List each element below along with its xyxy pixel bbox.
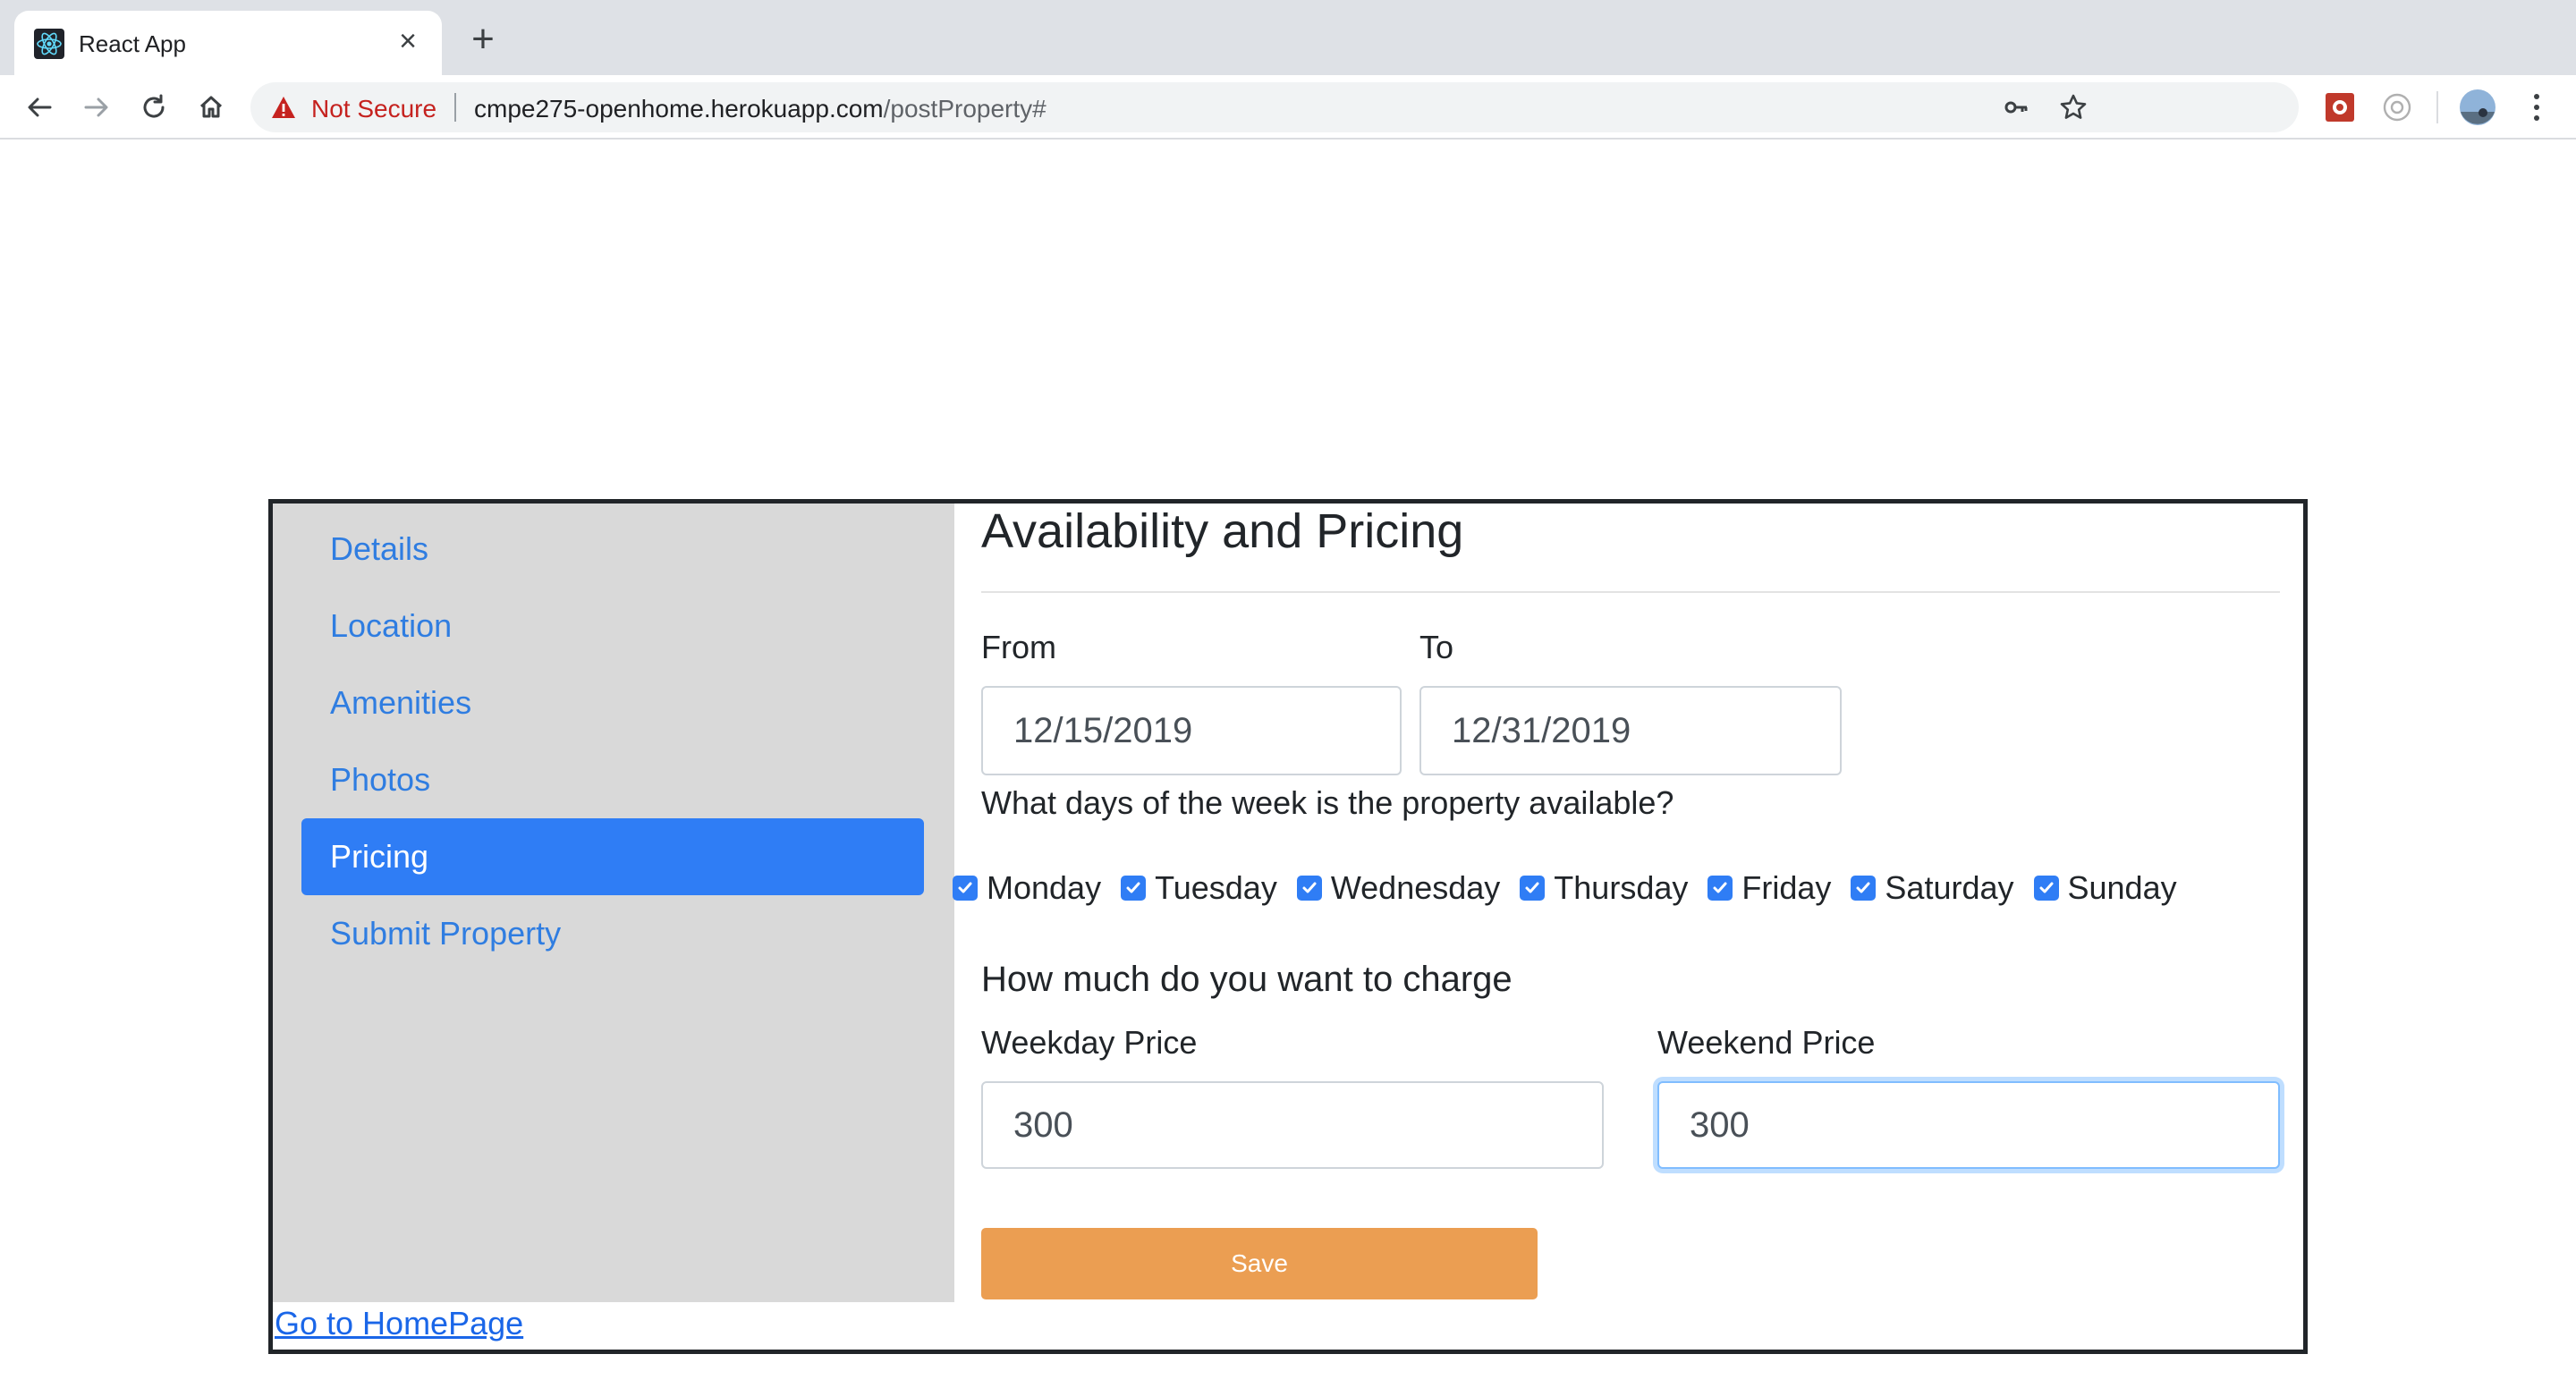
weekday-price-label: Weekday Price bbox=[981, 1024, 1198, 1061]
day-tuesday[interactable]: Tuesday bbox=[1121, 869, 1277, 907]
from-date-input[interactable]: 12/15/2019 bbox=[981, 686, 1402, 775]
day-monday[interactable]: Monday bbox=[953, 869, 1101, 907]
star-icon[interactable] bbox=[2057, 91, 2089, 123]
checkbox-wednesday[interactable] bbox=[1296, 876, 1322, 901]
close-icon[interactable]: × bbox=[390, 23, 426, 59]
day-friday[interactable]: Friday bbox=[1707, 869, 1831, 907]
tab-title: React App bbox=[79, 30, 186, 57]
sidebar-item-pricing[interactable]: Pricing bbox=[301, 818, 924, 895]
day-label: Sunday bbox=[2067, 869, 2177, 906]
url-text[interactable]: cmpe275-openhome.herokuapp.com/postPrope… bbox=[474, 95, 1046, 123]
warning-icon[interactable] bbox=[270, 95, 297, 120]
day-label: Monday bbox=[987, 869, 1102, 906]
back-arrow-icon[interactable] bbox=[18, 86, 61, 129]
profile-avatar[interactable] bbox=[2458, 88, 2497, 127]
title-divider bbox=[981, 591, 2280, 593]
day-sunday[interactable]: Sunday bbox=[2033, 869, 2177, 907]
address-bar[interactable]: Not Secure cmpe275-openhome.herokuapp.co… bbox=[250, 82, 2299, 132]
checkbox-thursday[interactable] bbox=[1520, 876, 1546, 901]
browser-toolbar: Not Secure cmpe275-openhome.herokuapp.co… bbox=[0, 75, 2576, 140]
sidebar-item-amenities[interactable]: Amenities bbox=[301, 664, 924, 741]
weekend-price-input[interactable]: 300 bbox=[1657, 1081, 2280, 1169]
plus-icon[interactable]: + bbox=[463, 20, 503, 59]
weekday-price-input[interactable]: 300 bbox=[981, 1081, 1604, 1169]
from-label: From bbox=[981, 629, 1056, 665]
homepage-link[interactable]: Go to HomePage bbox=[275, 1305, 523, 1342]
charge-heading: How much do you want to charge bbox=[981, 960, 1513, 999]
sidebar: Details Location Amenities Photos Pricin… bbox=[273, 504, 954, 1302]
sidebar-item-location[interactable]: Location bbox=[301, 588, 924, 664]
sidebar-item-submit-property[interactable]: Submit Property bbox=[301, 895, 924, 972]
day-label: Thursday bbox=[1554, 869, 1689, 906]
extension-icon[interactable] bbox=[2320, 88, 2360, 127]
day-label: Friday bbox=[1741, 869, 1832, 906]
url-host: cmpe275-openhome.herokuapp.com bbox=[474, 95, 884, 123]
day-thursday[interactable]: Thursday bbox=[1520, 869, 1688, 907]
days-of-week: Monday Tuesday Wednesday Thursday Friday… bbox=[953, 861, 2197, 915]
key-icon[interactable] bbox=[2000, 91, 2032, 123]
day-label: Saturday bbox=[1885, 869, 2014, 906]
browser-tabstrip: React App × + bbox=[0, 0, 2576, 75]
checkbox-friday[interactable] bbox=[1707, 876, 1733, 901]
save-button[interactable]: Save bbox=[981, 1228, 1538, 1299]
browser-tab[interactable]: React App × bbox=[14, 11, 442, 75]
extension-icon-2[interactable] bbox=[2377, 88, 2417, 127]
react-favicon bbox=[34, 29, 64, 59]
reload-icon[interactable] bbox=[132, 86, 175, 129]
post-property-panel: Details Location Amenities Photos Pricin… bbox=[268, 499, 2308, 1354]
forward-arrow-icon[interactable] bbox=[75, 86, 118, 129]
page-title: Availability and Pricing bbox=[981, 504, 1464, 558]
toolbar-divider bbox=[2436, 91, 2438, 123]
address-separator bbox=[454, 93, 456, 122]
kebab-menu-icon[interactable] bbox=[2517, 88, 2556, 127]
url-path: /postProperty# bbox=[883, 95, 1046, 123]
sidebar-item-details[interactable]: Details bbox=[301, 511, 924, 588]
checkbox-sunday[interactable] bbox=[2033, 876, 2059, 901]
day-label: Wednesday bbox=[1330, 869, 1501, 906]
day-label: Tuesday bbox=[1155, 869, 1277, 906]
checkbox-saturday[interactable] bbox=[1851, 876, 1877, 901]
home-icon[interactable] bbox=[190, 86, 233, 129]
days-question: What days of the week is the property av… bbox=[981, 784, 1674, 821]
day-wednesday[interactable]: Wednesday bbox=[1296, 869, 1501, 907]
not-secure-label[interactable]: Not Secure bbox=[311, 95, 436, 123]
sidebar-item-photos[interactable]: Photos bbox=[301, 741, 924, 818]
day-saturday[interactable]: Saturday bbox=[1851, 869, 2014, 907]
to-label: To bbox=[1419, 629, 1454, 665]
checkbox-tuesday[interactable] bbox=[1121, 876, 1147, 901]
to-date-input[interactable]: 12/31/2019 bbox=[1419, 686, 1842, 775]
weekend-price-label: Weekend Price bbox=[1657, 1024, 1876, 1061]
checkbox-monday[interactable] bbox=[953, 876, 978, 901]
